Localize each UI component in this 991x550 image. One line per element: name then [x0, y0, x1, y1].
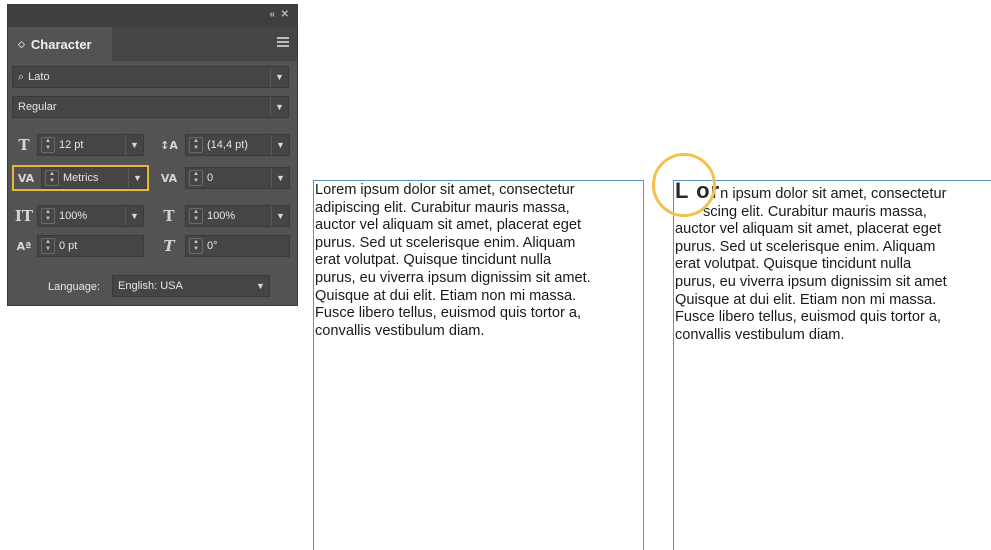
- panel-title-bar: « ✕: [8, 5, 297, 27]
- chevron-down-icon[interactable]: ▼: [270, 97, 288, 117]
- skew-icon: T: [163, 237, 175, 255]
- text-line: purus. Sed ut scelerisque enim. Aliquam: [315, 234, 576, 251]
- tracking-value: 0: [207, 172, 214, 184]
- vertical-scale-value: 100%: [59, 210, 88, 222]
- text-line: scing elit. Curabitur mauris massa,: [703, 203, 927, 220]
- tab-reorder-icon: ◇: [18, 38, 25, 49]
- font-size-stepper[interactable]: ▲ ▼: [41, 137, 55, 153]
- baseline-shift-stepper[interactable]: ▲ ▼: [41, 238, 55, 254]
- character-panel: « ✕ ◇ Character ⌕ Lato ▼ Regular ▼ T ▲ ▼ …: [7, 4, 298, 306]
- tab-strip: [112, 27, 297, 61]
- text-line: convallis vestibulum diam.: [675, 326, 845, 343]
- close-panel-icon[interactable]: ✕: [281, 9, 289, 20]
- chevron-down-icon[interactable]: ▼: [252, 276, 269, 296]
- text-line: erat volutpat. Quisque tincidunt nulla: [675, 256, 912, 273]
- text-line: purus, eu viverra ipsum dignissim sit am…: [675, 273, 947, 290]
- text-line: Quisque at dui elit. Etiam non mi massa.: [675, 291, 937, 308]
- text-frame-left[interactable]: Lorem ipsum dolor sit amet, consectetur …: [313, 180, 644, 550]
- chevron-down-icon[interactable]: ▼: [270, 67, 288, 87]
- horizontal-scale-field[interactable]: ▲ ▼ 100% ▼: [185, 205, 290, 227]
- text-frame-right[interactable]: L orn ipsum dolor sit amet, consectetur …: [673, 180, 991, 550]
- skew-stepper[interactable]: ▲ ▼: [189, 238, 203, 254]
- font-family-field[interactable]: ⌕ Lato ▼: [12, 66, 289, 88]
- skew-field[interactable]: ▲ ▼ 0°: [185, 235, 290, 257]
- tracking-field[interactable]: ▲ ▼ 0 ▼: [185, 167, 290, 189]
- text-line: Lorem ipsum dolor sit amet, consectetur: [315, 182, 575, 198]
- search-icon: ⌕: [18, 70, 25, 83]
- leading-stepper[interactable]: ▲ ▼: [189, 137, 203, 153]
- text-frame-right-body: L orn ipsum dolor sit amet, consectetur …: [674, 181, 991, 344]
- chevron-down-icon[interactable]: ▼: [271, 168, 289, 188]
- font-size-value: 12 pt: [59, 139, 84, 151]
- leading-field[interactable]: ▲ ▼ (14,4 pt) ▼: [185, 134, 290, 156]
- tracking-icon: VA: [160, 171, 178, 185]
- baseline-shift-field[interactable]: ▲ ▼ 0 pt: [37, 235, 144, 257]
- text-line: convallis vestibulum diam.: [315, 322, 485, 339]
- vertical-scale-field[interactable]: ▲ ▼ 100% ▼: [37, 205, 144, 227]
- horizontal-scale-stepper[interactable]: ▲ ▼: [189, 208, 203, 224]
- text-line: adipiscing elit. Curabitur mauris massa,: [315, 199, 570, 216]
- vertical-scale-icon: IT: [14, 207, 34, 225]
- font-style-value: Regular: [18, 101, 57, 113]
- skew-value: 0°: [207, 240, 218, 252]
- chevron-down-icon[interactable]: ▼: [271, 135, 289, 155]
- font-size-icon: T: [18, 136, 30, 154]
- language-dropdown[interactable]: English: USA ▼: [112, 275, 270, 297]
- text-line: erat volutpat. Quisque tincidunt nulla: [315, 252, 552, 269]
- panel-menu-icon[interactable]: [277, 37, 289, 49]
- leading-icon: ↕A: [160, 138, 178, 152]
- language-label: Language:: [48, 281, 100, 293]
- tab-character[interactable]: ◇ Character: [8, 27, 112, 61]
- horizontal-scale-icon: T: [163, 207, 175, 225]
- text-line: auctor vel aliquam sit amet, placerat eg…: [675, 221, 942, 238]
- text-line: purus, eu viverra ipsum dignissim sit am…: [315, 269, 591, 286]
- chevron-down-icon[interactable]: ▼: [271, 206, 289, 226]
- text-frame-left-body: Lorem ipsum dolor sit amet, consectetur …: [314, 181, 643, 340]
- tracking-stepper[interactable]: ▲ ▼: [189, 170, 203, 186]
- font-family-value: Lato: [28, 71, 50, 83]
- chevron-down-icon[interactable]: ▼: [125, 135, 143, 155]
- text-line: Fusce libero tellus, euismod quis tortor…: [675, 309, 942, 326]
- vertical-scale-stepper[interactable]: ▲ ▼: [41, 208, 55, 224]
- font-size-field[interactable]: ▲ ▼ 12 pt ▼: [37, 134, 144, 156]
- text-line: Fusce libero tellus, euismod quis tortor…: [315, 305, 582, 322]
- baseline-shift-icon: Aª: [16, 239, 32, 253]
- kerning-highlight: [12, 165, 149, 191]
- horizontal-scale-value: 100%: [207, 210, 236, 222]
- chevron-down-icon[interactable]: ▼: [125, 206, 143, 226]
- tab-character-label: Character: [30, 36, 92, 52]
- emphasis-circle: [652, 153, 716, 217]
- font-style-field[interactable]: Regular ▼: [12, 96, 289, 118]
- leading-value: (14,4 pt): [207, 139, 248, 151]
- text-line: purus. Sed ut scelerisque enim. Aliquam: [675, 238, 936, 255]
- language-value: English: USA: [118, 280, 183, 292]
- baseline-shift-value: 0 pt: [59, 240, 78, 252]
- text-line: auctor vel aliquam sit amet, placerat eg…: [315, 217, 582, 234]
- collapse-panel-icon[interactable]: «: [269, 9, 275, 20]
- text-line: Quisque at dui elit. Etiam non mi massa.: [315, 287, 577, 304]
- text-line-rest: n ipsum dolor sit amet, consectetur: [720, 186, 947, 202]
